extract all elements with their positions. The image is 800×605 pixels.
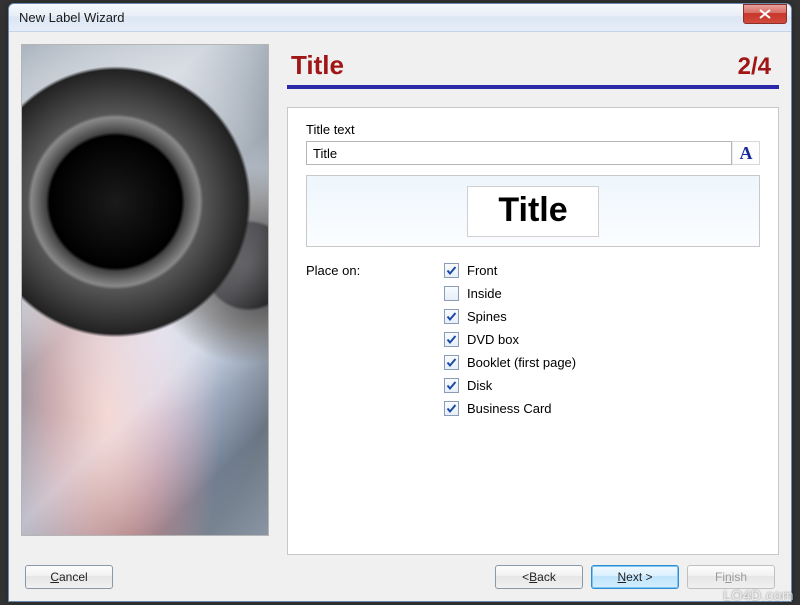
button-spacer <box>121 565 487 589</box>
wizard-side-image <box>21 44 269 536</box>
finish-button[interactable]: Finish <box>687 565 775 589</box>
step-header: Title 2/4 <box>287 50 779 89</box>
close-icon <box>759 9 771 19</box>
step-counter: 2/4 <box>738 53 771 81</box>
cancel-button[interactable]: Cancel <box>25 565 113 589</box>
checkbox-label: Business Card <box>467 401 552 416</box>
checkbox-label: Disk <box>467 378 492 393</box>
place-on-list: Front Inside Spines DVD box Booklet (first p… <box>444 263 576 416</box>
right-pane: Title 2/4 Title text A Title <box>287 44 779 555</box>
window-title: New Label Wizard <box>19 10 743 25</box>
main-row: Title 2/4 Title text A Title <box>21 44 779 555</box>
checkbox[interactable] <box>444 332 459 347</box>
checkbox-label: Front <box>467 263 497 278</box>
font-icon: A <box>740 143 753 164</box>
check-icon <box>446 334 457 345</box>
check-icon <box>446 403 457 414</box>
checkbox[interactable] <box>444 263 459 278</box>
title-input-row: A <box>306 141 760 165</box>
preview-text: Title <box>498 191 567 229</box>
content-box: Title text A Title Place on: <box>287 107 779 555</box>
back-button[interactable]: < Back <box>495 565 583 589</box>
check-icon <box>446 311 457 322</box>
client-area: Title 2/4 Title text A Title <box>9 32 791 601</box>
next-button[interactable]: Next > <box>591 565 679 589</box>
close-button[interactable] <box>743 4 787 24</box>
checkbox-row: DVD box <box>444 332 576 347</box>
title-text-input[interactable] <box>306 141 732 165</box>
checkbox[interactable] <box>444 378 459 393</box>
preview-inner: Title <box>467 186 598 237</box>
place-on-label: Place on: <box>306 263 444 416</box>
check-icon <box>446 265 457 276</box>
font-button[interactable]: A <box>732 141 760 165</box>
check-icon <box>446 357 457 368</box>
button-row: Cancel < Back Next > Finish <box>21 555 779 593</box>
checkbox-label: DVD box <box>467 332 519 347</box>
checkbox[interactable] <box>444 401 459 416</box>
checkbox[interactable] <box>444 309 459 324</box>
checkbox-row: Inside <box>444 286 576 301</box>
checkbox[interactable] <box>444 355 459 370</box>
checkbox-row: Front <box>444 263 576 278</box>
checkbox-row: Spines <box>444 309 576 324</box>
checkbox-label: Spines <box>467 309 507 324</box>
step-title: Title <box>291 50 738 81</box>
checkbox-row: Business Card <box>444 401 576 416</box>
check-icon <box>446 380 457 391</box>
checkbox-row: Booklet (first page) <box>444 355 576 370</box>
title-preview: Title <box>306 175 760 247</box>
wizard-window: New Label Wizard Title 2/4 Title text <box>8 3 792 602</box>
checkbox-row: Disk <box>444 378 576 393</box>
checkbox[interactable] <box>444 286 459 301</box>
watermark: LO4D.com <box>723 587 794 603</box>
title-text-label: Title text <box>306 122 760 137</box>
checkbox-label: Inside <box>467 286 502 301</box>
place-on-section: Place on: Front Inside Spines DVD box Bookle… <box>306 263 760 416</box>
titlebar[interactable]: New Label Wizard <box>9 4 791 32</box>
checkbox-label: Booklet (first page) <box>467 355 576 370</box>
